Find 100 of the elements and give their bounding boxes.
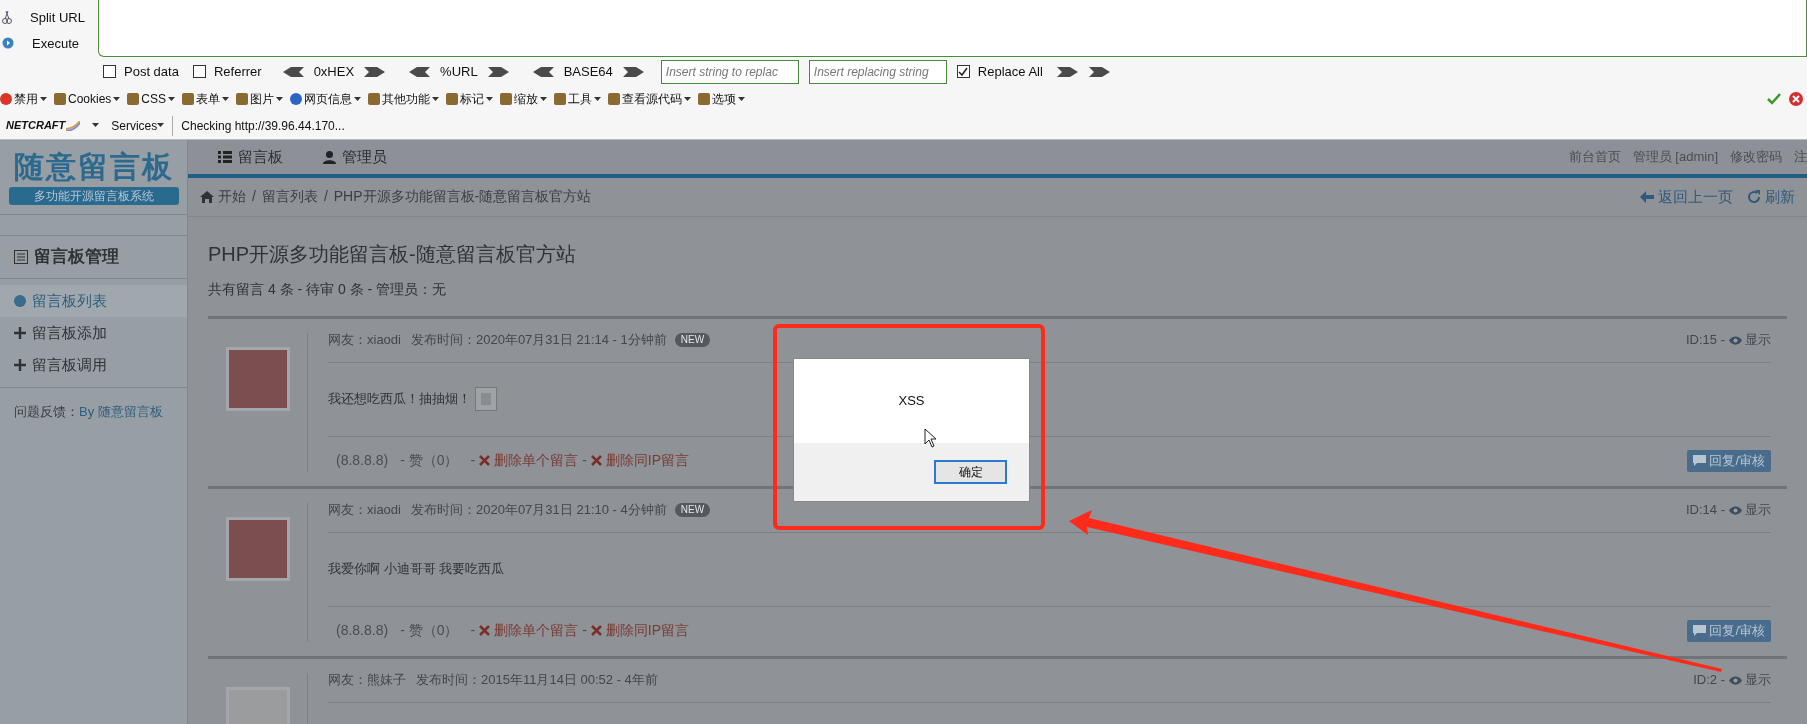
top-link[interactable]: 前台首页: [1568, 147, 1621, 167]
ok-button[interactable]: 确定: [934, 460, 1007, 484]
caret-icon: [113, 96, 121, 102]
toolbar-icon: [127, 93, 140, 105]
eye-icon: [1729, 505, 1742, 515]
toolbar-menu[interactable]: CSS: [141, 90, 167, 108]
toolbar-menu[interactable]: Cookies: [68, 90, 112, 108]
new-badge: NEW: [674, 333, 711, 348]
check-icon[interactable]: [1767, 93, 1781, 105]
feedback-link[interactable]: By 随意留言板: [79, 402, 163, 422]
encoder-label[interactable]: 0xHEX: [313, 61, 355, 82]
checkbox[interactable]: [192, 65, 206, 78]
replace-field[interactable]: Insert string to replac: [660, 59, 799, 84]
reply-button[interactable]: 回复/审核: [1687, 619, 1771, 642]
swoosh-icon: [66, 120, 81, 131]
visibility-toggle[interactable]: 显示: [1745, 330, 1771, 350]
encoder-label[interactable]: BASE64: [563, 61, 613, 82]
toolbar-menu[interactable]: 其他功能: [382, 90, 431, 108]
refresh-icon: [1747, 189, 1761, 204]
avatar-placeholder: [225, 346, 290, 411]
services-menu[interactable]: Services: [111, 116, 158, 135]
site-subtitle: 多功能开源留言板系统: [8, 187, 179, 205]
checkbox-label[interactable]: Replace All: [977, 61, 1043, 82]
nav-tab[interactable]: 留言板: [238, 145, 283, 169]
toolbar-menu[interactable]: 网页信息: [304, 90, 353, 108]
post-likes[interactable]: - 赞（0）: [400, 450, 459, 472]
arrow-right-icon[interactable]: [622, 65, 645, 78]
arrow-left-icon[interactable]: [281, 65, 304, 78]
toolbar-icon: [698, 93, 711, 105]
arrow-right-icon[interactable]: [1088, 65, 1111, 78]
caret-icon: [222, 96, 230, 102]
top-link[interactable]: 修改密码: [1730, 147, 1782, 167]
post-likes[interactable]: - 赞（0）: [400, 620, 459, 642]
arrow-right-icon[interactable]: [1056, 65, 1079, 78]
cross-icon: [590, 455, 602, 467]
arrow-left-icon[interactable]: [531, 65, 554, 78]
hackbar-action[interactable]: Split URL: [30, 8, 85, 28]
eye-icon: [1729, 675, 1742, 685]
post-time: 发布时间：2015年11月14日 00:52 - 4年前: [416, 671, 658, 690]
delete-link[interactable]: 删除同IP留言: [605, 450, 690, 472]
toolbar-menu[interactable]: 表单: [196, 90, 221, 108]
sidebar-item[interactable]: 留言板添加: [0, 317, 187, 349]
encoder-label[interactable]: %URL: [440, 61, 478, 82]
hackbar-action[interactable]: Execute: [32, 33, 79, 53]
top-link[interactable]: 注: [1794, 147, 1807, 167]
top-link[interactable]: 管理员 [admin]: [1632, 147, 1718, 167]
toolbar-menu[interactable]: 禁用: [14, 90, 38, 108]
breadcrumb-item[interactable]: 留言列表: [261, 186, 318, 208]
post-author: 网友：熊妹子: [328, 671, 406, 690]
caret-icon: [40, 96, 47, 102]
delete-link[interactable]: 删除单个留言: [494, 450, 579, 472]
checkbox[interactable]: [103, 65, 116, 78]
toolbar-menu[interactable]: 选项: [712, 90, 737, 108]
toolbar-menu[interactable]: 标记: [460, 90, 485, 108]
toolbar-menu[interactable]: 缩放: [514, 90, 539, 108]
arrow-right-icon[interactable]: [364, 65, 387, 78]
back-link[interactable]: 返回上一页: [1658, 185, 1733, 209]
new-badge: NEW: [674, 503, 711, 518]
cross-icon: [479, 455, 491, 467]
toolbar-menu[interactable]: 查看源代码: [622, 90, 683, 108]
checkbox-label[interactable]: Referrer: [213, 61, 262, 82]
netcraft-logo[interactable]: NETCRAFT: [6, 117, 66, 134]
checkbox[interactable]: [956, 65, 970, 78]
eye-icon: [1729, 335, 1742, 345]
checkbox-label[interactable]: Post data: [124, 61, 179, 82]
close-icon[interactable]: [1789, 92, 1803, 106]
toolbar-menu[interactable]: 工具: [568, 90, 593, 108]
toolbar-icon: [236, 93, 249, 105]
toolbar-icon: [290, 93, 303, 105]
reply-button[interactable]: 回复/审核: [1687, 449, 1771, 472]
caret-icon: [486, 96, 494, 102]
separator-dash: -: [582, 451, 587, 471]
toolbar-icon: [182, 93, 195, 105]
comment-icon: [1693, 625, 1707, 637]
refresh-link[interactable]: 刷新: [1765, 185, 1795, 209]
avatar-placeholder: [225, 516, 290, 581]
caret-icon: [738, 96, 746, 102]
delete-link[interactable]: 删除同IP留言: [605, 620, 690, 642]
toolbar-icon: [54, 93, 66, 105]
post-author: 网友：xiaodi: [328, 331, 401, 350]
sidebar-item[interactable]: 留言板列表: [0, 285, 187, 317]
delete-link[interactable]: 删除单个留言: [494, 620, 579, 642]
scissors-icon: [2, 10, 12, 25]
toolbar-menu[interactable]: 图片: [250, 90, 275, 108]
alert-message: XSS: [898, 392, 925, 411]
visibility-toggle[interactable]: 显示: [1745, 670, 1771, 690]
post-message: 我还想吃西瓜！抽抽烟！: [328, 390, 471, 409]
arrow-right-icon[interactable]: [487, 65, 510, 78]
toolbar-icon: [608, 93, 621, 105]
caret-icon: [540, 96, 548, 102]
arrow-left-icon[interactable]: [408, 65, 431, 78]
cross-icon: [479, 625, 491, 637]
status-text: Checking http://39.96.44.170...: [181, 117, 345, 135]
post-id: ID:15 -: [1686, 331, 1725, 350]
comment-icon: [1693, 455, 1707, 467]
nav-tab[interactable]: 管理员: [342, 145, 387, 169]
visibility-toggle[interactable]: 显示: [1745, 500, 1771, 520]
sidebar-item[interactable]: 留言板调用: [0, 349, 187, 381]
replace-field[interactable]: Insert replacing string: [808, 59, 947, 84]
breadcrumb-item[interactable]: 开始: [218, 186, 246, 208]
